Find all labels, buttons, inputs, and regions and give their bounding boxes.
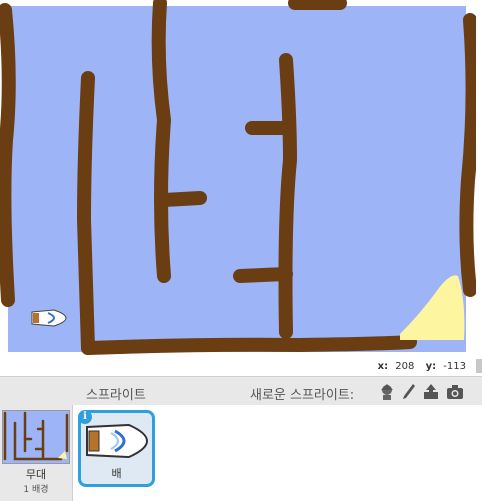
y-label: y: (425, 361, 437, 372)
x-value: 208 (395, 361, 415, 372)
sprites-label: 스프라이트 (86, 388, 146, 403)
paint-brush-icon[interactable] (399, 382, 419, 402)
wall-col-2 (151, 0, 171, 283)
wall-col-2-arm (157, 191, 207, 207)
sprite-pane-header: 스프라이트 새로운 스프라이트: (0, 377, 482, 405)
scroll-handle[interactable] (476, 359, 482, 373)
sprite-name: 배 (111, 467, 122, 480)
new-sprite-label: 새로운 스프라이트: (250, 388, 355, 403)
stage-thumbnail-column[interactable]: 무대 1 배경 (0, 405, 73, 501)
boat-thumbnail (86, 423, 149, 459)
boat-sprite (31, 309, 67, 327)
sprite-library-icon[interactable] (377, 382, 397, 402)
coordinates-bar: x: 208 y: -113 (0, 358, 482, 376)
camera-icon[interactable] (445, 382, 465, 402)
wall-bottom (81, 335, 417, 355)
mouse-coordinates: x: 208 y: -113 (370, 361, 466, 372)
wall-col-1 (77, 71, 95, 355)
y-value: -113 (443, 361, 466, 372)
stage-name: 무대 (25, 468, 47, 481)
stage-thumbnail[interactable] (2, 410, 70, 464)
x-label: x: (377, 361, 389, 372)
wall-col-3-arm-bottom (233, 267, 293, 283)
wall-right (459, 13, 476, 297)
upload-icon[interactable] (421, 382, 441, 402)
stage-thumbnail-image (3, 411, 69, 463)
maze-canvas (0, 0, 476, 358)
wall-col-3 (278, 53, 297, 339)
stage[interactable] (0, 0, 476, 358)
stage-backdrop (8, 6, 466, 352)
sprite-pane: 스프라이트 새로운 스프라이트: 무대 1 배경 i 배 (0, 376, 482, 501)
wall-left (0, 3, 16, 307)
stage-background-count: 1 배경 (23, 485, 49, 495)
sprite-tile-boat[interactable]: i 배 (78, 410, 155, 487)
sprite-list: i 배 (73, 405, 482, 501)
